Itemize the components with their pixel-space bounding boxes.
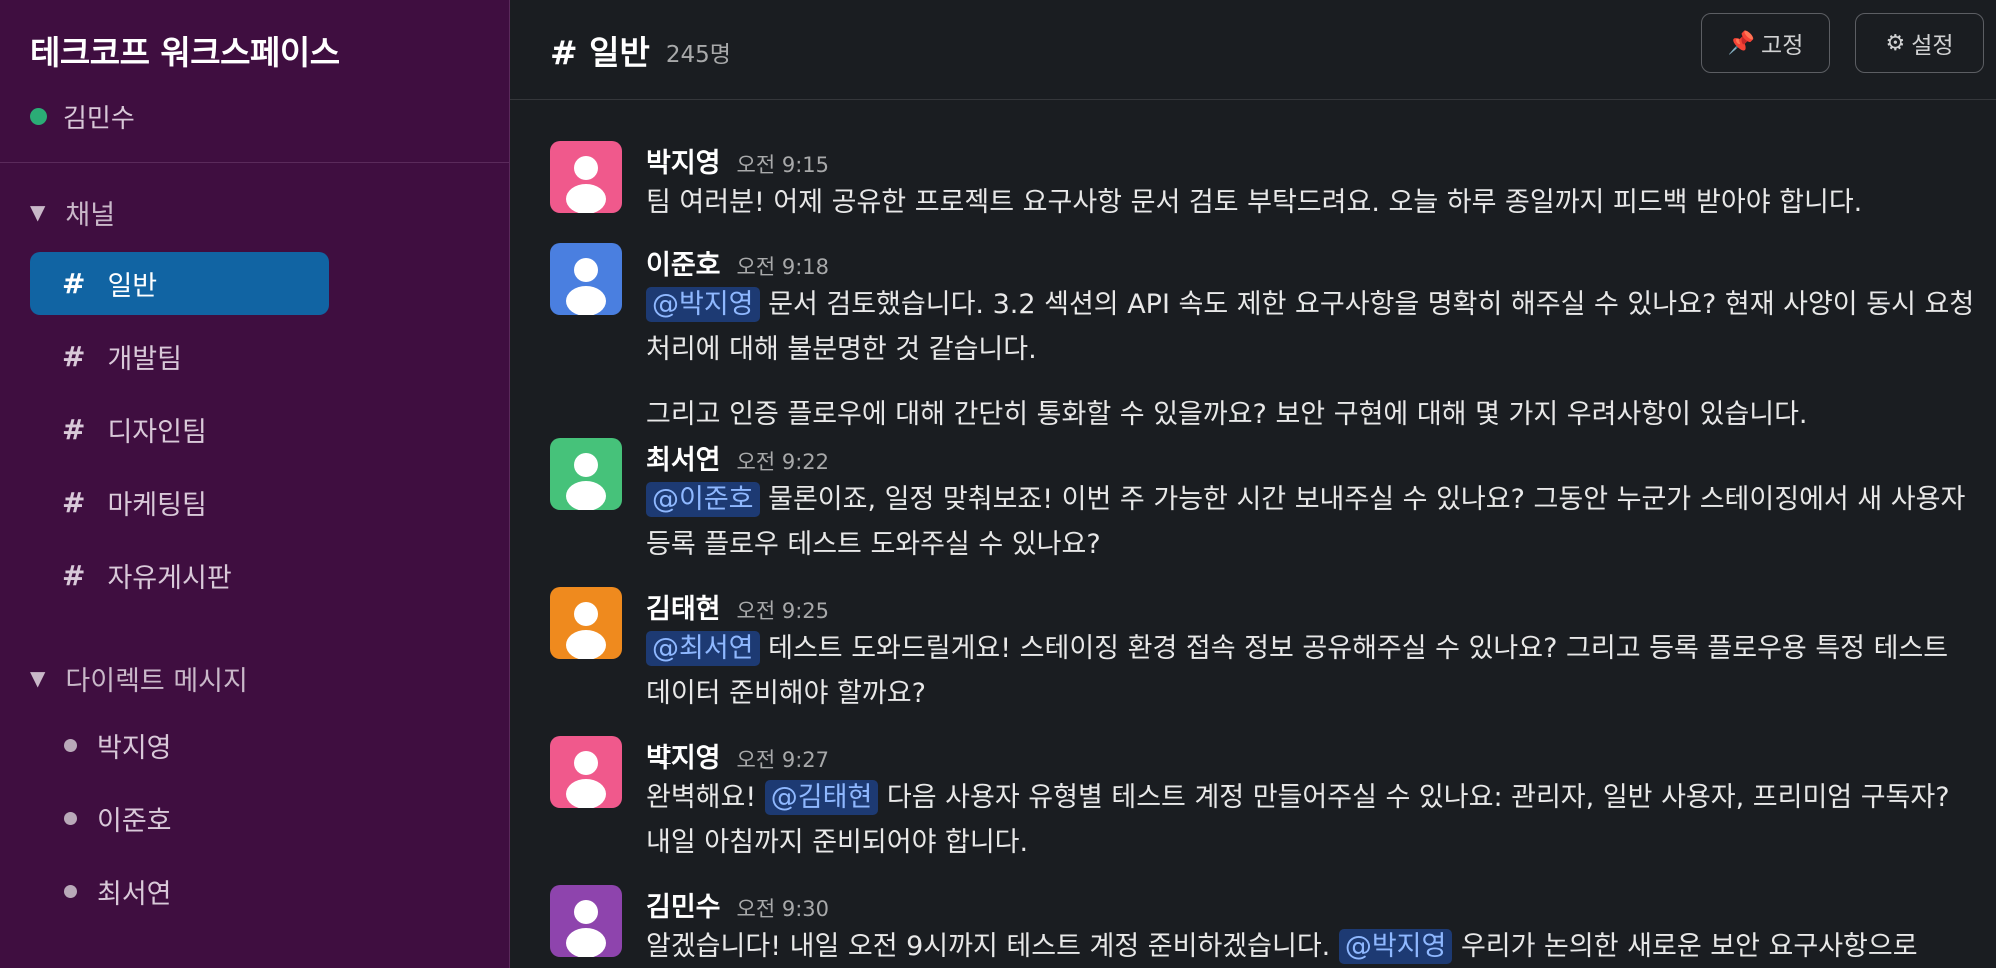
- user-silhouette-icon: [566, 156, 606, 213]
- sidebar: 테크코프 워크스페이스 김민수 ▼ 채널 # 일반 # 개발팀 # 디자인팀 #…: [0, 0, 510, 968]
- avatar[interactable]: [550, 587, 622, 659]
- sidebar-item-channel-free[interactable]: # 자유게시판: [30, 544, 329, 607]
- message-time[interactable]: 오전 9:30: [737, 893, 829, 923]
- workspace-name[interactable]: 테크코프 워크스페이스: [30, 26, 479, 74]
- dm-label: 이준호: [97, 806, 172, 837]
- message-text: 팀 여러분! 어제 공유한 프로젝트 요구사항 문서 검토 부탁드려요. 오늘 …: [646, 180, 1976, 225]
- message-content: 우리가 논의한 새로운 보안 요구사항으로: [1452, 931, 1918, 962]
- user-mention[interactable]: @최서연: [646, 631, 760, 666]
- message-text: 완벽해요! @김태현 다음 사용자 유형별 테스트 계정 만들어주실 수 있나요…: [646, 775, 1976, 865]
- message-content: 팀 여러분! 어제 공유한 프로젝트 요구사항 문서 검토 부탁드려요. 오늘 …: [646, 187, 1863, 218]
- message-content: 문서 검토했습니다. 3.2 섹션의 API 속도 제한 요구사항을 명확히 해…: [646, 289, 1975, 365]
- avatar[interactable]: [550, 141, 622, 213]
- pin-button-label: 고정: [1761, 33, 1804, 59]
- user-mention[interactable]: @박지영: [646, 287, 760, 322]
- channel-label: 개발팀: [107, 344, 182, 375]
- message-text: @최서연 테스트 도와드릴게요! 스테이징 환경 접속 정보 공유해주실 수 있…: [646, 626, 1976, 716]
- settings-button-label: 설정: [1911, 33, 1954, 59]
- sidebar-item-dm[interactable]: 박지영: [30, 714, 509, 777]
- avatar[interactable]: [550, 885, 622, 957]
- sidebar-item-dm[interactable]: 최서연: [30, 860, 509, 923]
- message-time[interactable]: 오전 9:25: [737, 595, 829, 625]
- message-text: 알겠습니다! 내일 오전 9시까지 테스트 계정 준비하겠습니다. @박지영 우…: [646, 924, 1976, 968]
- message-time[interactable]: 오전 9:18: [737, 251, 829, 281]
- channel-label: 일반: [107, 271, 158, 302]
- message-time[interactable]: 오전 9:15: [737, 149, 829, 179]
- sidebar-item-channel-general[interactable]: # 일반: [30, 252, 329, 315]
- message-author[interactable]: 이준호: [646, 243, 721, 282]
- user-silhouette-icon: [566, 453, 606, 510]
- dm-label: 최서연: [97, 879, 172, 910]
- message-prefix: 알겠습니다! 내일 오전 9시까지 테스트 계정 준비하겠습니다.: [646, 931, 1339, 962]
- dm-label: 박지영: [97, 733, 172, 764]
- channel-list: # 일반 # 개발팀 # 디자인팀 # 마케팅팀 # 자유게시판: [0, 252, 509, 607]
- message-author[interactable]: 김태현: [646, 587, 721, 626]
- caret-down-icon: ▼: [30, 200, 46, 224]
- dm-list: 박지영 이준호 최서연: [0, 714, 509, 923]
- message-text: @박지영 문서 검토했습니다. 3.2 섹션의 API 속도 제한 요구사항을 …: [646, 282, 1976, 372]
- caret-down-icon: ▼: [30, 666, 46, 690]
- user-silhouette-icon: [566, 900, 606, 957]
- channel-label: 자유게시판: [107, 563, 232, 594]
- user-silhouette-icon: [566, 751, 606, 808]
- avatar[interactable]: [550, 736, 622, 808]
- dms-section-toggle[interactable]: ▼ 다이렉트 메시지: [0, 656, 509, 700]
- avatar[interactable]: [550, 438, 622, 510]
- gear-icon: ⚙: [1885, 30, 1906, 56]
- main-panel: # 일반 245명 📌 고정 ⚙ 설정 박지영 오전 9:15 팀 여러분! 어…: [510, 0, 1996, 968]
- user-mention[interactable]: @박지영: [1338, 929, 1453, 964]
- presence-away-icon: [64, 739, 77, 752]
- message-author[interactable]: 최서연: [646, 438, 721, 477]
- message-author[interactable]: 박지영: [646, 141, 721, 180]
- user-silhouette-icon: [566, 602, 606, 659]
- channel-label: 마케팅팀: [107, 490, 207, 521]
- message-time[interactable]: 오전 9:27: [737, 744, 829, 774]
- dms-section: ▼ 다이렉트 메시지 박지영 이준호 최서연: [0, 656, 509, 933]
- hash-icon: #: [62, 486, 86, 519]
- pin-button[interactable]: 📌 고정: [1701, 13, 1830, 73]
- user-silhouette-icon: [566, 258, 606, 315]
- current-user[interactable]: 김민수: [30, 98, 479, 135]
- message-content: 물론이죠, 일정 맞춰보죠! 이번 주 가능한 시간 보내주실 수 있나요? 그…: [646, 484, 1966, 560]
- channels-section-toggle[interactable]: ▼ 채널: [0, 190, 509, 234]
- user-mention[interactable]: @김태현: [764, 780, 879, 815]
- message-list: 박지영 오전 9:15 팀 여러분! 어제 공유한 프로젝트 요구사항 문서 검…: [510, 101, 1996, 968]
- user-mention[interactable]: @이준호: [646, 482, 760, 517]
- channels-section: ▼ 채널 # 일반 # 개발팀 # 디자인팀 # 마케팅팀 # 자유게시판: [0, 190, 509, 617]
- sidebar-item-channel-design[interactable]: # 디자인팀: [30, 398, 329, 461]
- message-prefix: 완벽해요!: [646, 782, 765, 813]
- presence-online-icon: [30, 108, 47, 125]
- dms-section-title: 다이렉트 메시지: [65, 665, 248, 697]
- workspace-header[interactable]: 테크코프 워크스페이스 김민수: [0, 0, 509, 163]
- hash-icon: #: [62, 340, 86, 373]
- presence-away-icon: [64, 885, 77, 898]
- message-content: 테스트 도와드릴게요! 스테이징 환경 접속 정보 공유해주실 수 있나요? 그…: [646, 633, 1949, 709]
- sidebar-item-dm[interactable]: 이준호: [30, 787, 509, 850]
- hash-icon: #: [62, 413, 86, 446]
- message-continuation: 그리고 인증 플로우에 대해 간단히 통화할 수 있을까요? 보안 구현에 대해…: [646, 399, 1808, 430]
- sidebar-item-channel-marketing[interactable]: # 마케팅팀: [30, 471, 329, 534]
- message-text: @이준호 물론이죠, 일정 맞춰보죠! 이번 주 가능한 시간 보내주실 수 있…: [646, 477, 1976, 567]
- text-cursor-icon: 𝙸: [656, 741, 675, 771]
- channel-header: # 일반 245명 📌 고정 ⚙ 설정: [510, 0, 1996, 100]
- hash-icon: #: [62, 267, 86, 300]
- member-count[interactable]: 245명: [666, 35, 731, 69]
- message-author[interactable]: 김민수: [646, 885, 721, 924]
- message-time[interactable]: 오전 9:22: [737, 446, 829, 476]
- current-user-name: 김민수: [63, 104, 135, 134]
- channel-label: 디자인팀: [107, 417, 207, 448]
- avatar[interactable]: [550, 243, 622, 315]
- pin-icon: 📌: [1727, 30, 1756, 56]
- hash-icon: #: [62, 559, 86, 592]
- sidebar-item-channel-dev[interactable]: # 개발팀: [30, 325, 329, 388]
- channels-section-title: 채널: [65, 199, 116, 231]
- settings-button[interactable]: ⚙ 설정: [1855, 13, 1984, 73]
- presence-away-icon: [64, 812, 77, 825]
- channel-title[interactable]: # 일반: [550, 26, 650, 74]
